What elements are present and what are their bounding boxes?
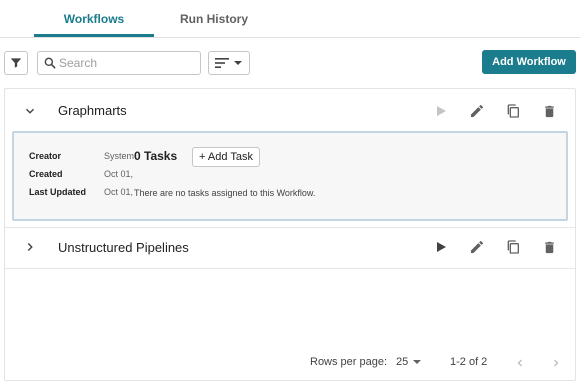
workflow-name: Graphmarts	[58, 103, 127, 118]
chevron-left-icon	[517, 359, 522, 367]
copy-icon	[507, 240, 519, 254]
created-value: Oct 01,	[104, 169, 134, 179]
active-tab-indicator	[34, 34, 154, 37]
last-updated-label: Last Updated	[29, 187, 87, 197]
previous-page-button[interactable]	[510, 353, 530, 373]
tab-workflows[interactable]: Workflows	[34, 0, 154, 37]
search-box[interactable]	[37, 51, 201, 75]
creator-label: Creator	[29, 151, 62, 161]
play-icon	[437, 106, 446, 116]
pagination-range: 1-2 of 2	[450, 356, 488, 368]
workflow-details-panel	[12, 131, 568, 221]
row-divider	[5, 268, 575, 269]
creator-value: System	[104, 151, 135, 161]
tasks-count: 0 Tasks	[134, 149, 178, 163]
copy-button[interactable]	[503, 237, 523, 257]
chevron-down-icon	[234, 61, 242, 65]
row-divider	[5, 227, 575, 228]
rows-per-page-select[interactable]: 25	[396, 356, 422, 368]
edit-button[interactable]	[467, 101, 487, 121]
edit-button[interactable]	[467, 237, 487, 257]
search-icon	[44, 57, 56, 69]
pencil-icon	[471, 104, 483, 117]
delete-button[interactable]	[539, 237, 559, 257]
tab-run-history[interactable]: Run History	[154, 0, 274, 37]
trash-icon	[544, 105, 554, 117]
empty-tasks-message: There are no tasks assigned to this Work…	[134, 188, 316, 198]
expand-toggle[interactable]	[20, 237, 40, 257]
filter-icon	[10, 58, 22, 68]
chevron-down-icon	[413, 360, 422, 364]
chevron-down-icon	[26, 108, 34, 114]
pencil-icon	[471, 240, 483, 253]
last-updated-value: Oct 01,	[104, 187, 134, 197]
sort-icon	[215, 58, 229, 68]
run-button[interactable]	[431, 101, 451, 121]
collapse-toggle[interactable]	[20, 101, 40, 121]
rows-per-page-value: 25	[396, 356, 409, 368]
chevron-right-icon	[27, 243, 33, 251]
copy-icon	[507, 104, 519, 118]
trash-icon	[544, 241, 554, 253]
created-label: Created	[29, 169, 63, 179]
search-input[interactable]	[59, 54, 197, 72]
workflow-name: Unstructured Pipelines	[58, 240, 189, 255]
next-page-button[interactable]	[546, 353, 566, 373]
sort-button[interactable]	[208, 51, 250, 75]
add-task-button[interactable]: + Add Task	[192, 147, 260, 167]
add-workflow-button[interactable]: Add Workflow	[482, 50, 576, 74]
chevron-right-icon	[554, 359, 559, 367]
filter-button[interactable]	[4, 51, 28, 75]
copy-button[interactable]	[503, 101, 523, 121]
run-button[interactable]	[431, 237, 451, 257]
play-icon	[437, 242, 446, 252]
rows-per-page-label: Rows per page:	[310, 356, 388, 368]
delete-button[interactable]	[539, 101, 559, 121]
